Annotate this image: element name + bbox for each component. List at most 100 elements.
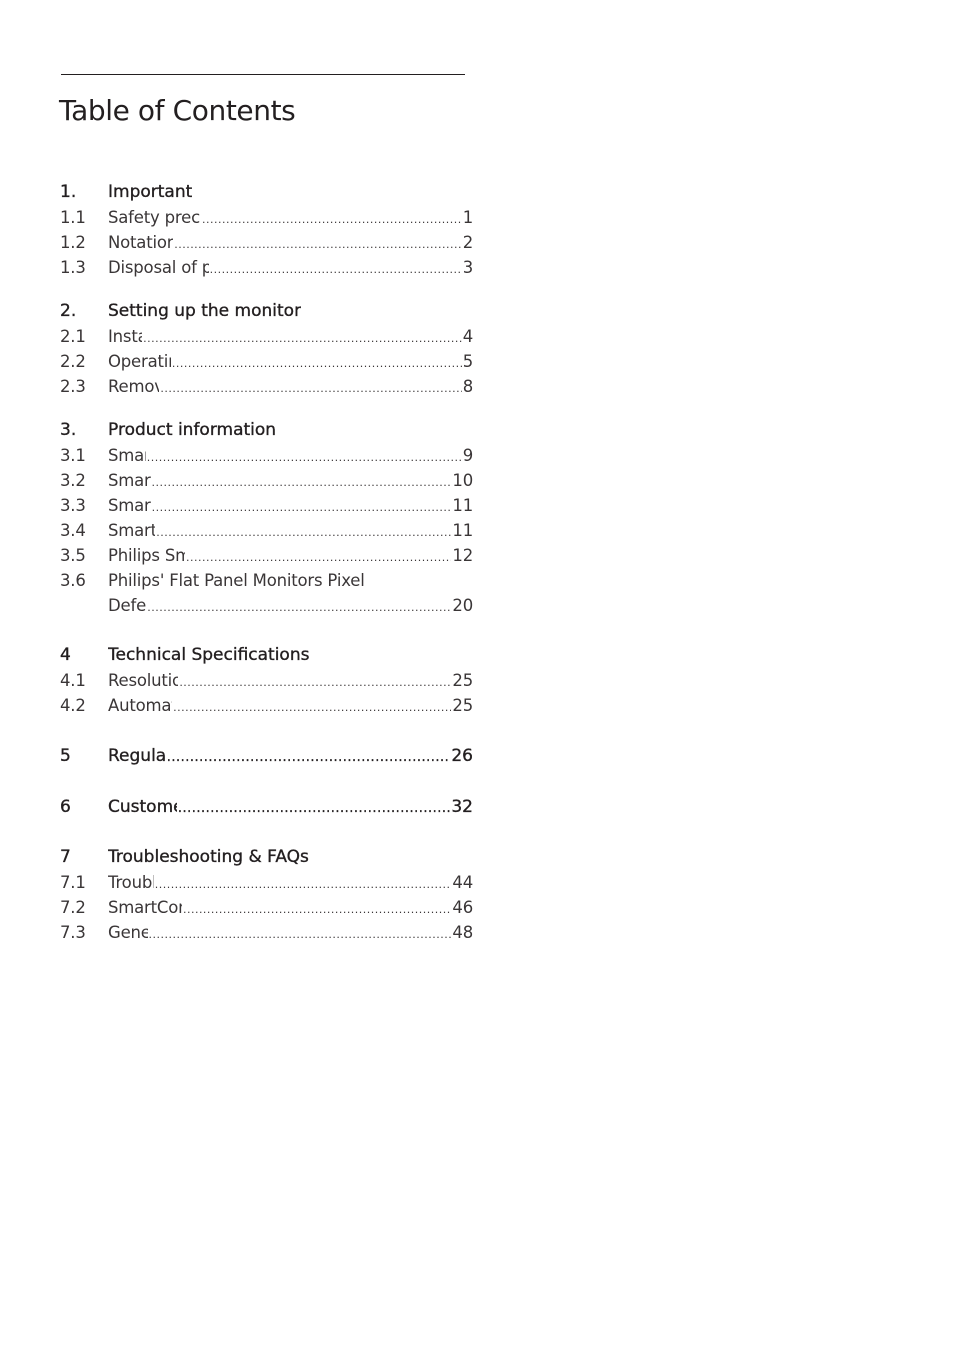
- entry-page: 8: [462, 377, 474, 396]
- toc-section-important: 1. Important 1.1 Safety precautions and …: [60, 180, 473, 280]
- toc-entry[interactable]: 3.5 Philips SmartControl Premium 12: [60, 543, 473, 568]
- entry-title: SmartImage: [108, 446, 146, 465]
- toc-entry[interactable]: 7.1 Troubleshooting 44: [60, 870, 473, 895]
- entry-number: 1.3: [60, 258, 86, 277]
- dot-leader: [152, 470, 452, 495]
- section-number: 3.: [60, 420, 77, 440]
- toc-heading[interactable]: 6 Customer care and warranty 32: [60, 795, 473, 820]
- section-number: 7: [60, 847, 71, 867]
- toc-entry[interactable]: 3.3 SmartSaturate 11: [60, 493, 473, 518]
- toc-heading[interactable]: 3. Product information: [60, 418, 473, 443]
- section-title: Troubleshooting & FAQs: [108, 847, 309, 867]
- section-title: Product information: [108, 420, 277, 440]
- entry-page: 44: [452, 873, 473, 892]
- toc-entry[interactable]: 7.3 General FAQs 48: [60, 920, 473, 945]
- entry-page: 2: [462, 233, 474, 252]
- dot-leader: [155, 872, 452, 897]
- entry-number: 7.3: [60, 923, 86, 942]
- toc-heading[interactable]: 7 Troubleshooting & FAQs: [60, 845, 473, 870]
- entry-page: 48: [452, 923, 473, 942]
- toc-entry[interactable]: 7.2 SmartControl Premium FAQs 46: [60, 895, 473, 920]
- dot-leader: [186, 545, 451, 570]
- entry-title-continuation: Defect Policy: [108, 596, 147, 615]
- section-title: Customer care and warranty: [108, 797, 177, 817]
- entry-number: 3.1: [60, 446, 86, 465]
- table-of-contents: 1. Important 1.1 Safety precautions and …: [60, 180, 473, 945]
- toc-entry[interactable]: 2.3 Remove the Base 8: [60, 374, 473, 399]
- entry-title: SmartSharpness: [108, 521, 156, 540]
- section-title: Setting up the monitor: [108, 301, 302, 321]
- toc-section-technical-specifications: 4 Technical Specifications 4.1 Resolutio…: [60, 643, 473, 718]
- section-page: 26: [451, 746, 473, 766]
- entry-number: 2.1: [60, 327, 86, 346]
- entry-page: 46: [452, 898, 473, 917]
- section-number: 1.: [60, 182, 77, 202]
- entry-number: 3.4: [60, 521, 86, 540]
- section-title: Regulatory Information: [108, 746, 166, 766]
- entry-number: 3.3: [60, 496, 86, 515]
- toc-heading[interactable]: 4 Technical Specifications: [60, 643, 473, 668]
- entry-number: 3.6: [60, 571, 86, 590]
- entry-title: Remove the Base: [108, 377, 160, 396]
- entry-number: 7.1: [60, 873, 86, 892]
- toc-section-regulatory-information: 5 Regulatory Information 26: [60, 744, 473, 769]
- toc-section-product-information: 3. Product information 3.1 SmartImage 9 …: [60, 418, 473, 618]
- entry-number: 2.2: [60, 352, 86, 371]
- entry-number: 3.5: [60, 546, 86, 565]
- toc-section-setting-up: 2. Setting up the monitor 2.1 Installati…: [60, 299, 473, 399]
- toc-entry[interactable]: 1.1 Safety precautions and maintenance 1: [60, 205, 473, 230]
- dot-leader: [179, 670, 451, 695]
- toc-heading[interactable]: 1. Important: [60, 180, 473, 205]
- dot-leader: [152, 495, 452, 520]
- section-number: 6: [60, 797, 71, 817]
- section-title: Technical Specifications: [108, 645, 310, 665]
- page-title: Table of Contents: [59, 94, 296, 127]
- dot-leader: [167, 745, 451, 770]
- toc-entry[interactable]: 2.1 Installation 4: [60, 324, 473, 349]
- entry-title: Safety precautions and maintenance: [108, 208, 201, 227]
- toc-entry[interactable]: 4.1 Resolution & Preset Modes 25: [60, 668, 473, 693]
- entry-number: 1.1: [60, 208, 86, 227]
- entry-number: 4.1: [60, 671, 86, 690]
- dot-leader: [174, 232, 461, 257]
- title-rule: [61, 74, 465, 75]
- entry-page: 25: [452, 671, 473, 690]
- toc-entry[interactable]: 3.1 SmartImage 9: [60, 443, 473, 468]
- dot-leader: [143, 326, 462, 351]
- entry-page: 9: [462, 446, 474, 465]
- section-number: 5: [60, 746, 71, 766]
- entry-page: 1: [462, 208, 474, 227]
- entry-title: Resolution & Preset Modes: [108, 671, 179, 690]
- toc-entry[interactable]: 2.2 Operating the monitor 5: [60, 349, 473, 374]
- entry-number: 3.2: [60, 471, 86, 490]
- dot-leader: [156, 520, 451, 545]
- dot-leader: [172, 351, 462, 376]
- toc-heading[interactable]: 2. Setting up the monitor: [60, 299, 473, 324]
- dot-leader: [173, 695, 451, 720]
- entry-title: Installation: [108, 327, 142, 346]
- toc-entry[interactable]: 1.3 Disposal of product and packing mate…: [60, 255, 473, 280]
- entry-title: Automatic PowerSaving: [108, 696, 172, 715]
- toc-entry[interactable]: 3.6 Philips' Flat Panel Monitors Pixel: [60, 568, 473, 593]
- toc-entry-continuation[interactable]: Defect Policy 20: [60, 593, 473, 618]
- entry-title: Philips SmartControl Premium: [108, 546, 185, 565]
- toc-entry[interactable]: 1.2 Notational Descriptions 2: [60, 230, 473, 255]
- entry-title: Operating the monitor: [108, 352, 171, 371]
- dot-leader: [178, 796, 450, 821]
- section-title: Important: [108, 182, 193, 202]
- toc-heading[interactable]: 5 Regulatory Information 26: [60, 744, 473, 769]
- toc-entry[interactable]: 4.2 Automatic PowerSaving 25: [60, 693, 473, 718]
- entry-title: SmartSaturate: [108, 496, 151, 515]
- dot-leader: [160, 376, 461, 401]
- entry-number: 1.2: [60, 233, 86, 252]
- dot-leader: [202, 207, 462, 232]
- entry-page: 3: [462, 258, 474, 277]
- toc-entry[interactable]: 3.2 SmartContrast 10: [60, 468, 473, 493]
- dot-leader: [147, 445, 462, 470]
- toc-entry[interactable]: 3.4 SmartSharpness 11: [60, 518, 473, 543]
